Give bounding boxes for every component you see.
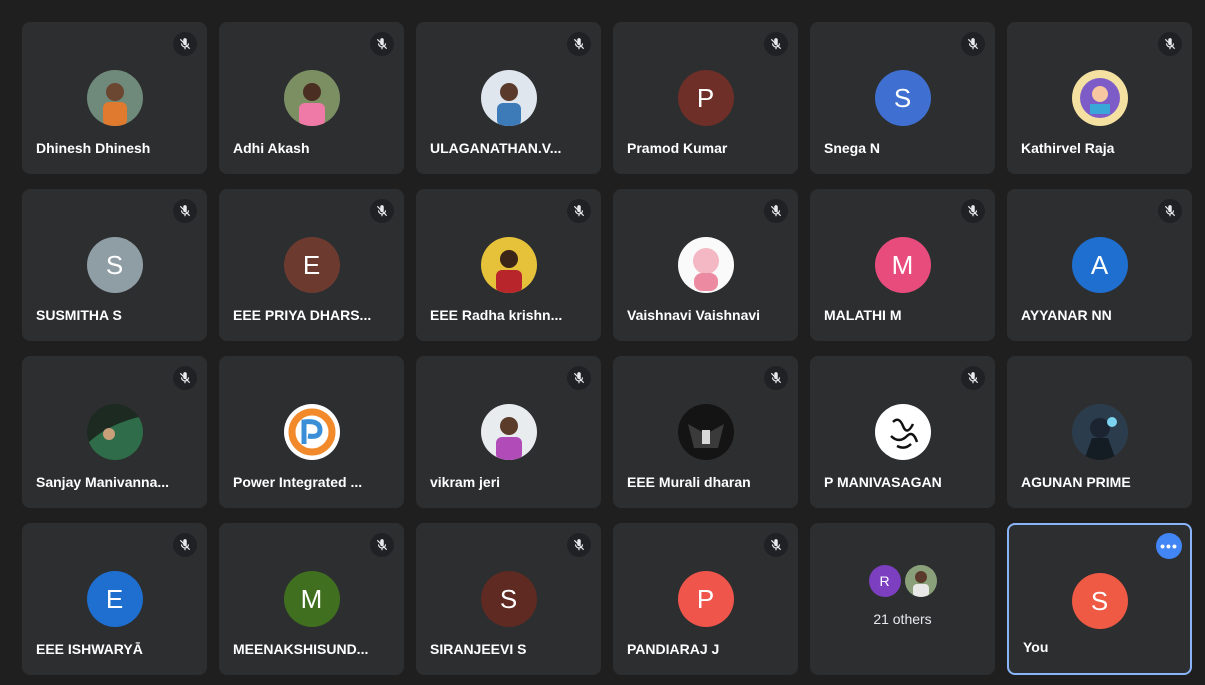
avatar-photo [677,404,734,460]
avatar-photo [1071,70,1128,126]
participant-tile[interactable]: Kathirvel Raja [1007,22,1192,174]
mic-off-icon [1158,199,1182,223]
participant-name: Vaishnavi Vaishnavi [627,307,761,323]
mic-off-icon [764,32,788,56]
avatar-photo [904,565,937,597]
mic-off-icon [567,32,591,56]
participant-tile[interactable]: S SUSMITHA S [22,189,207,341]
participant-tile[interactable]: P PANDIARAJ J [613,523,798,675]
mic-off-icon [173,199,197,223]
mic-off-icon [961,32,985,56]
avatar-initial: E [86,571,143,627]
avatar-initial: S [480,571,537,627]
others-tile[interactable]: R 21 others [810,523,995,675]
mic-off-icon [961,366,985,390]
mic-off-icon [764,199,788,223]
participant-name: EEE Radha krishn... [430,307,563,323]
mic-off-icon [370,533,394,557]
participant-name: MEENAKSHISUND... [233,641,369,657]
mic-off-icon [173,32,197,56]
participant-tile[interactable]: E EEE PRIYA DHARS... [219,189,404,341]
mic-off-icon [567,199,591,223]
avatar-initial: P [677,70,734,126]
participant-name: EEE PRIYA DHARS... [233,307,372,323]
mic-off-icon [370,199,394,223]
participant-name: ULAGANATHAN.V... [430,140,562,156]
participant-name: vikram jeri [430,474,501,490]
self-tile[interactable]: ••• S You [1007,523,1192,675]
participant-tile[interactable]: vikram jeri [416,356,601,508]
participant-name: PANDIARAJ J [627,641,720,657]
avatar-photo [86,70,143,126]
others-group: R 21 others [810,565,995,627]
participant-name: Dhinesh Dhinesh [36,140,151,156]
mic-off-icon [567,366,591,390]
avatar-photo [480,237,537,293]
avatar-initial: M [874,237,931,293]
avatar-initial: M [283,571,340,627]
avatar-photo [480,404,537,460]
participant-name: You [1023,639,1049,655]
mic-off-icon [370,32,394,56]
avatar-initial: A [1071,237,1128,293]
mic-off-icon [173,366,197,390]
avatar-initial: P [677,571,734,627]
avatar-photo [86,404,143,460]
avatar-photo [677,237,734,293]
participant-tile[interactable]: S Snega N [810,22,995,174]
participant-tile[interactable]: E EEE ISHWARYĀ [22,523,207,675]
participant-name: Snega N [824,140,881,156]
avatar-initial: S [86,237,143,293]
participant-grid: Dhinesh Dhinesh Adhi Akash ULAGANATHAN.V..… [22,22,1196,678]
avatar-initial: S [874,70,931,126]
participant-tile[interactable]: Sanjay Manivanna... [22,356,207,508]
participant-name: Adhi Akash [233,140,310,156]
participant-name: AYYANAR NN [1021,307,1112,323]
more-horiz-icon[interactable]: ••• [1156,533,1182,559]
participant-tile[interactable]: Vaishnavi Vaishnavi [613,189,798,341]
mic-off-icon [961,199,985,223]
participant-tile[interactable]: P Pramod Kumar [613,22,798,174]
mic-off-icon [1158,32,1182,56]
participant-name: SIRANJEEVI S [430,641,527,657]
participant-name: SUSMITHA S [36,307,122,323]
others-count-label: 21 others [873,611,932,627]
participant-tile[interactable]: M MALATHI M [810,189,995,341]
participant-tile[interactable]: AGUNAN PRIME [1007,356,1192,508]
participant-name: Power Integrated ... [233,474,363,490]
participant-tile[interactable]: Dhinesh Dhinesh [22,22,207,174]
avatar-photo [874,404,931,460]
avatar-initial: R [868,565,901,597]
participant-tile[interactable]: EEE Murali dharan [613,356,798,508]
avatar-photo [480,70,537,126]
participant-name: EEE ISHWARYĀ [36,641,143,657]
avatar-initial: S [1071,573,1128,629]
participant-tile[interactable]: Power Integrated ... [219,356,404,508]
participant-tile[interactable]: S SIRANJEEVI S [416,523,601,675]
participant-name: Kathirvel Raja [1021,140,1115,156]
mic-off-icon [764,366,788,390]
avatar-photo [1071,404,1128,460]
participant-tile[interactable]: ULAGANATHAN.V... [416,22,601,174]
avatar-photo [283,70,340,126]
participant-tile[interactable]: A AYYANAR NN [1007,189,1192,341]
participant-tile[interactable]: M MEENAKSHISUND... [219,523,404,675]
participant-name: EEE Murali dharan [627,474,751,490]
mic-off-icon [567,533,591,557]
participant-name: Pramod Kumar [627,140,728,156]
participant-name: AGUNAN PRIME [1021,474,1131,490]
mic-off-icon [173,533,197,557]
participant-name: Sanjay Manivanna... [36,474,170,490]
participant-tile[interactable]: EEE Radha krishn... [416,189,601,341]
mic-off-icon [764,533,788,557]
avatar-photo [283,404,340,460]
avatar-initial: E [283,237,340,293]
participant-name: P MANIVASAGAN [824,474,942,490]
participant-tile[interactable]: P MANIVASAGAN [810,356,995,508]
participant-tile[interactable]: Adhi Akash [219,22,404,174]
participant-name: MALATHI M [824,307,902,323]
